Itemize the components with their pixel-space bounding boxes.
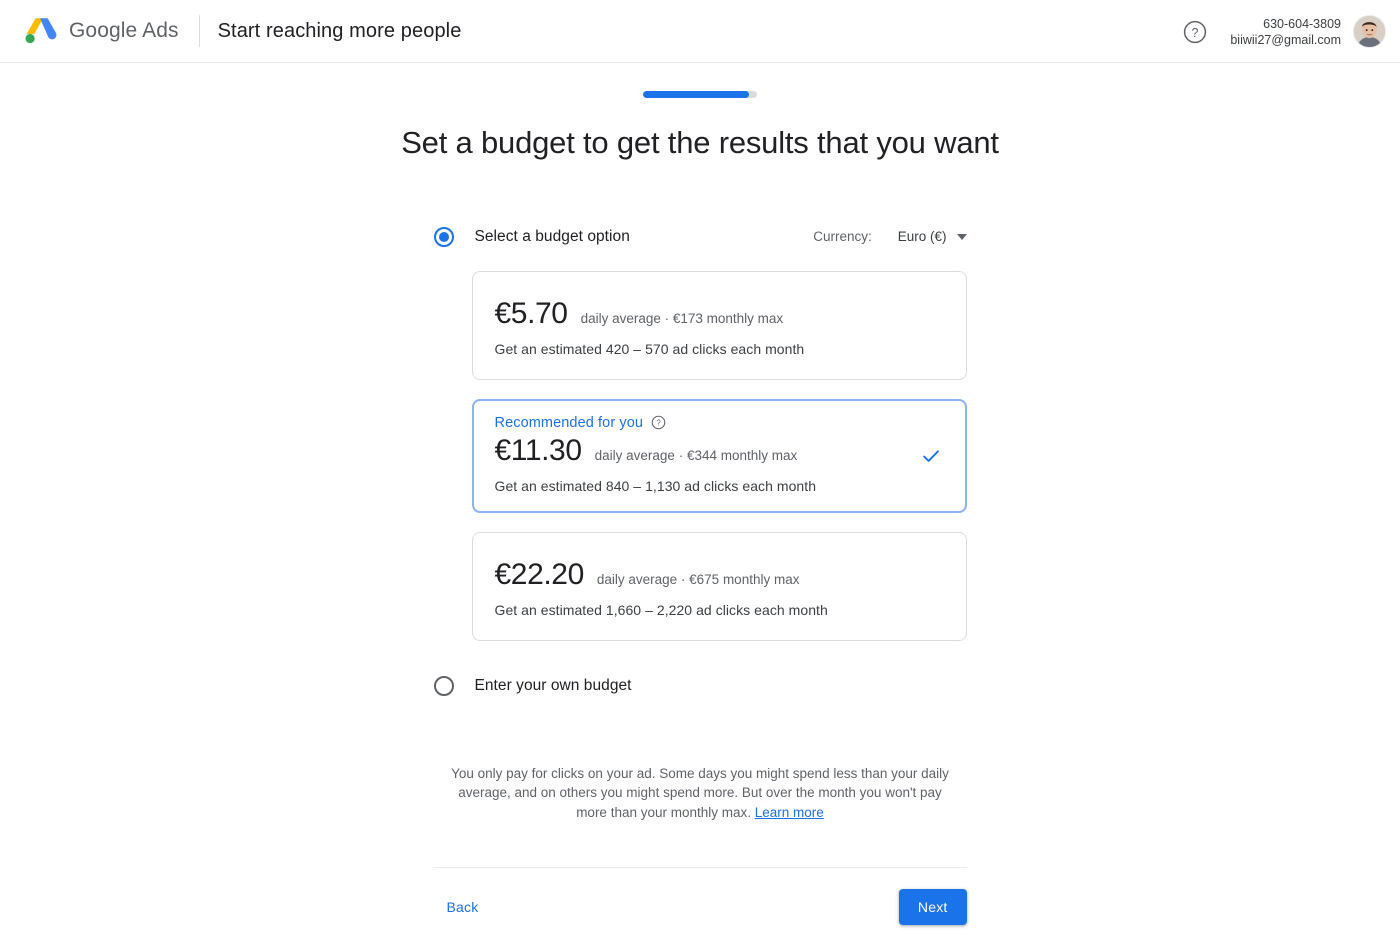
- budget-card-price-row: €22.20 daily average · €675 monthly max: [495, 557, 944, 593]
- budget-card-meta: daily average · €173 monthly max: [580, 310, 784, 326]
- budget-card-estimate: Get an estimated 420 – 570 ad clicks eac…: [494, 340, 805, 357]
- budget-card-price: €11.30: [494, 433, 583, 467]
- progress-bar-fill: [643, 91, 750, 98]
- select-budget-option-row[interactable]: Select a budget option Currency: Euro (€…: [433, 222, 967, 252]
- user-avatar-photo-icon: [1354, 16, 1385, 47]
- avatar[interactable]: [1353, 15, 1386, 48]
- currency-selector[interactable]: Currency: Euro (€): [813, 229, 967, 245]
- checkmark-icon: [920, 445, 942, 467]
- next-button[interactable]: Next: [898, 889, 967, 926]
- recommended-label: Recommended for you: [494, 414, 644, 431]
- budget-card-price: €22.20: [494, 557, 585, 591]
- learn-more-link[interactable]: Learn more: [755, 805, 824, 820]
- currency-label: Currency:: [813, 229, 872, 245]
- enter-own-budget-label: Enter your own budget: [474, 676, 632, 694]
- radio-select-budget-option[interactable]: [433, 226, 454, 247]
- footer-actions: Back Next: [434, 887, 967, 927]
- budget-card-recommended[interactable]: Recommended for you ? €11.30 daily avera…: [471, 398, 967, 513]
- main-content: Set a budget to get the results that you…: [0, 63, 1400, 927]
- budget-card-estimate: Get an estimated 1,660 – 2,220 ad clicks…: [494, 601, 828, 618]
- help-circle-icon[interactable]: ?: [1182, 19, 1208, 45]
- budget-card-estimate: Get an estimated 840 – 1,130 ad clicks e…: [494, 477, 817, 494]
- budget-card-price-row: €11.30 daily average · €344 monthly max: [495, 433, 944, 469]
- budget-card-price-row: €5.70 daily average · €173 monthly max: [495, 296, 944, 332]
- budget-card-meta: daily average · €675 monthly max: [596, 571, 800, 587]
- help-circle-icon[interactable]: ?: [651, 415, 666, 430]
- progress-bar: [643, 91, 757, 98]
- back-button[interactable]: Back: [447, 899, 479, 915]
- page-title: Set a budget to get the results that you…: [401, 125, 999, 160]
- svg-text:?: ?: [656, 419, 661, 428]
- currency-value[interactable]: Euro (€): [898, 229, 947, 244]
- disclaimer: You only pay for clicks on your ad. Some…: [443, 764, 958, 823]
- select-budget-option-label: Select a budget option: [474, 227, 630, 245]
- disclaimer-text: You only pay for clicks on your ad. Some…: [451, 765, 949, 820]
- header-divider: [198, 15, 200, 47]
- page-subtitle: Start reaching more people: [217, 19, 462, 42]
- app-header: Google Ads Start reaching more people ? …: [0, 0, 1400, 63]
- google-ads-logo-icon: [22, 15, 60, 47]
- budget-cards: €5.70 daily average · €173 monthly max G…: [434, 270, 967, 641]
- budget-card-high[interactable]: €22.20 daily average · €675 monthly max …: [471, 531, 967, 641]
- account-email: biiwii27@gmail.com: [1230, 32, 1341, 47]
- budget-card-meta: daily average · €344 monthly max: [594, 447, 798, 463]
- svg-text:?: ?: [1192, 25, 1199, 39]
- footer-divider: [433, 867, 967, 869]
- radio-enter-own-budget[interactable]: [433, 675, 454, 696]
- account-contact: 630-604-3809 biiwii27@gmail.com: [1230, 16, 1341, 48]
- brand[interactable]: Google Ads: [22, 15, 179, 47]
- budget-card-low[interactable]: €5.70 daily average · €173 monthly max G…: [471, 270, 967, 380]
- budget-card-price: €5.70: [494, 296, 568, 330]
- enter-own-budget-row[interactable]: Enter your own budget: [433, 671, 967, 701]
- recommended-row: Recommended for you ?: [495, 415, 944, 431]
- brand-name: Google Ads: [69, 19, 179, 42]
- account-phone: 630-604-3809: [1263, 16, 1341, 31]
- budget-panel: Select a budget option Currency: Euro (€…: [433, 222, 967, 928]
- chevron-down-icon[interactable]: [956, 233, 967, 240]
- header-right: ? 630-604-3809 biiwii27@gmail.com: [1182, 0, 1386, 63]
